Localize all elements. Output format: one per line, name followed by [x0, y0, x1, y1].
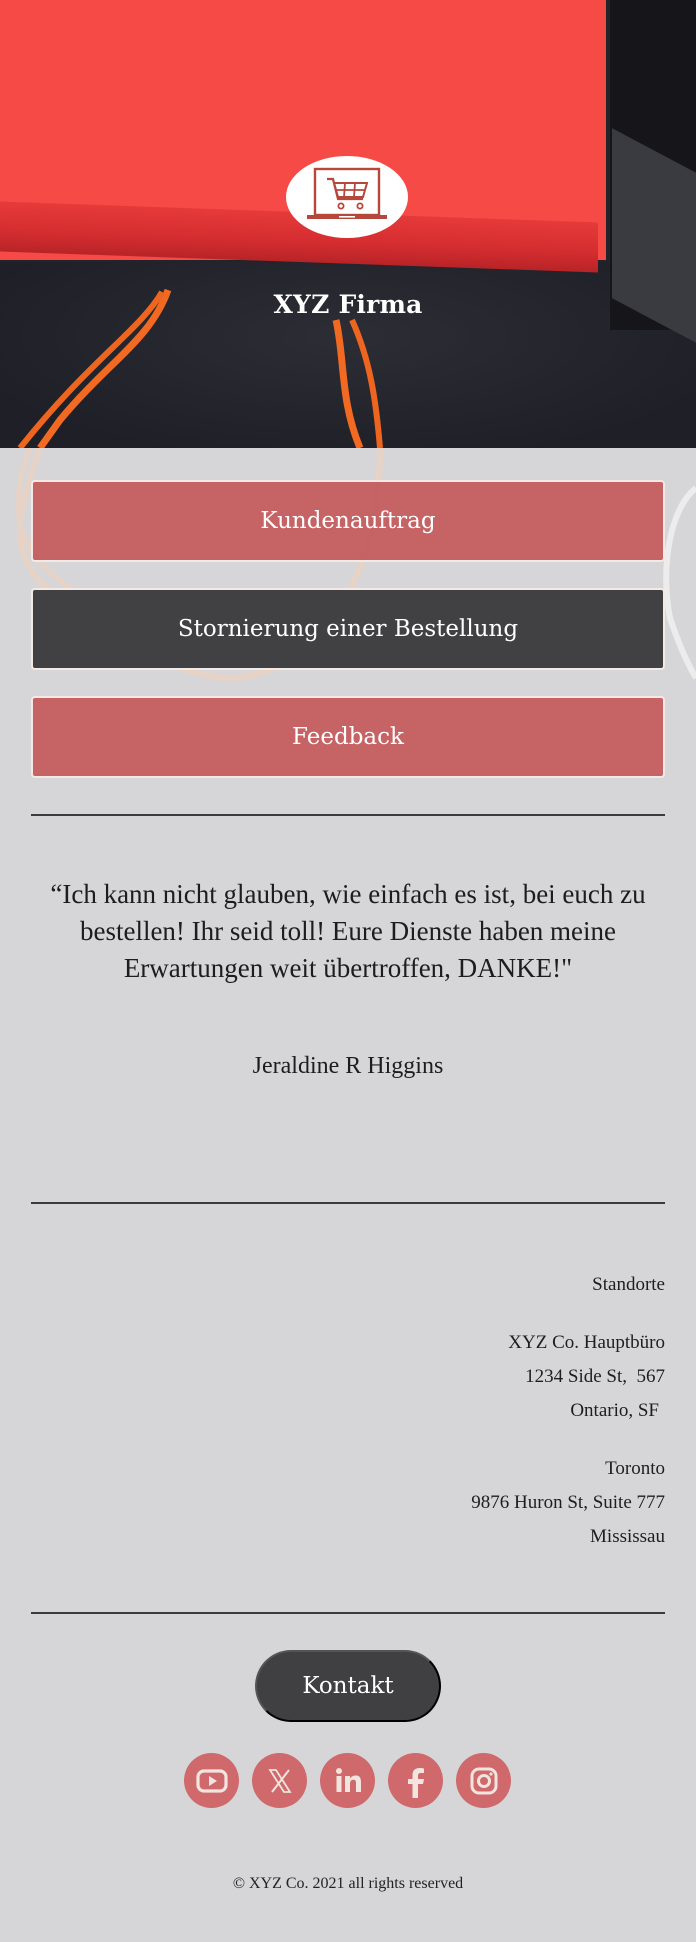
testimonial-author: Jeraldine R Higgins [252, 1053, 444, 1079]
youtube-link[interactable] [184, 1753, 239, 1808]
shopping-cart-laptop-icon [307, 167, 387, 219]
feedback-button[interactable]: Feedback [31, 696, 665, 778]
divider [31, 1612, 665, 1614]
location-address-line: Ontario, SF [570, 1400, 659, 1421]
copyright: © XYZ Co. 2021 all rights reserved [232, 1875, 464, 1892]
locations-section: Standorte XYZ Co. Hauptbüro 1234 Side St… [471, 1268, 665, 1578]
location-item: Toronto 9876 Huron St, Suite 777 Mississ… [471, 1452, 665, 1554]
brand-name: XYZ Firma [273, 290, 423, 319]
location-address-line: 9876 Huron St, Suite 777 [471, 1492, 665, 1513]
hero-banner: XYZ Firma [0, 0, 696, 448]
location-address-line: 1234 Side St, 567 [525, 1366, 665, 1387]
x-link[interactable] [252, 1753, 307, 1808]
location-item: XYZ Co. Hauptbüro 1234 Side St, 567 Onta… [471, 1326, 665, 1428]
linkedin-icon [335, 1767, 361, 1792]
youtube-icon [195, 1768, 228, 1793]
location-address-line: Mississau [590, 1526, 665, 1547]
page: XYZ Firma Kundenauftrag Stornierung eine… [0, 0, 696, 1942]
x-icon [267, 1768, 292, 1793]
instagram-icon [470, 1767, 497, 1794]
location-name: Toronto [605, 1458, 665, 1479]
contact-button[interactable]: Kontakt [255, 1650, 441, 1722]
testimonial-quote: “Ich kann nicht glauben, wie einfach es … [50, 879, 646, 983]
locations-title: Standorte [592, 1274, 665, 1295]
facebook-link[interactable] [388, 1753, 443, 1808]
logo[interactable] [286, 156, 408, 238]
facebook-icon [407, 1767, 424, 1798]
location-name: XYZ Co. Hauptbüro [508, 1332, 665, 1353]
cancel-order-button[interactable]: Stornierung einer Bestellung [31, 588, 665, 670]
divider [31, 1202, 665, 1204]
instagram-link[interactable] [456, 1753, 511, 1808]
social-links [184, 1753, 511, 1808]
linkedin-link[interactable] [320, 1753, 375, 1808]
customer-order-button[interactable]: Kundenauftrag [31, 480, 665, 562]
divider [31, 814, 665, 816]
